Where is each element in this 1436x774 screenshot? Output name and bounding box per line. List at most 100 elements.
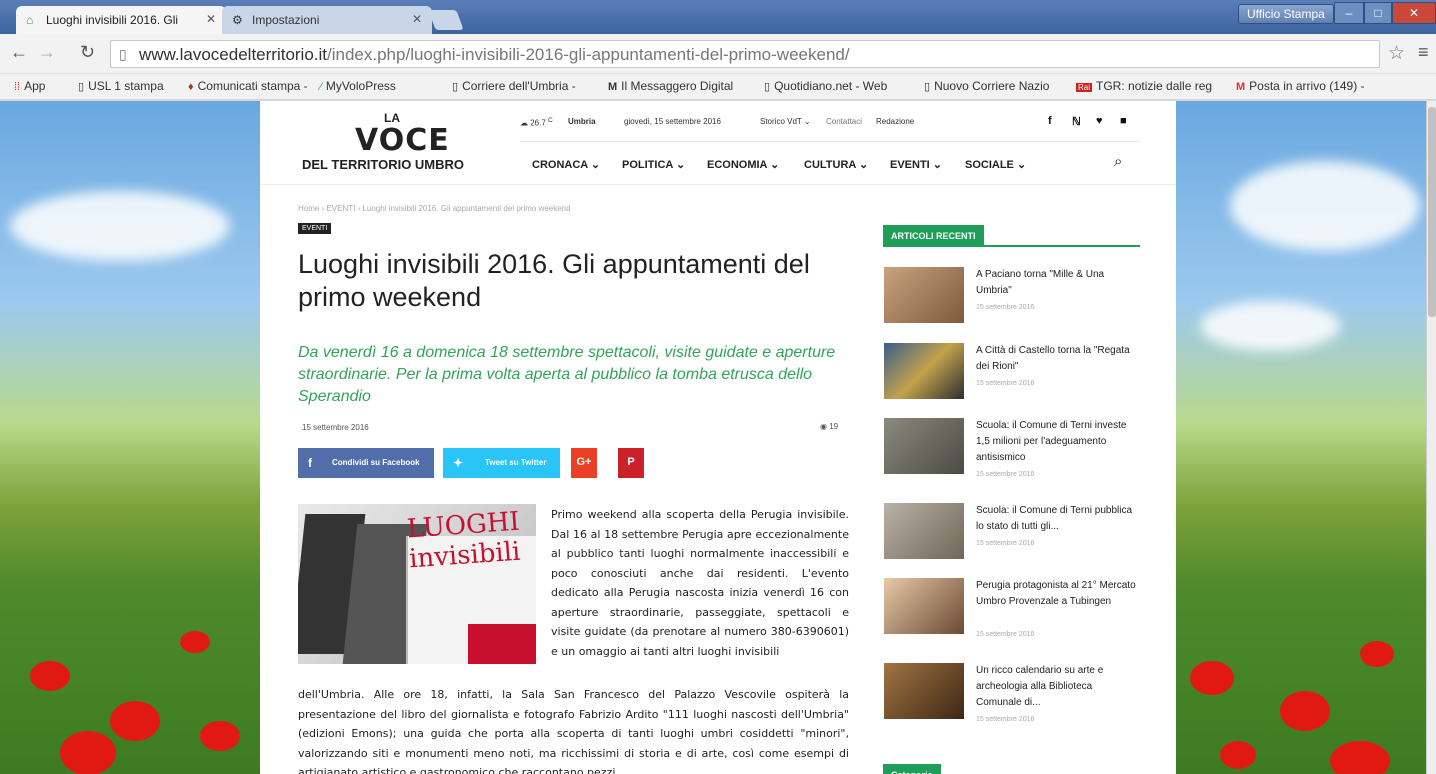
menu-icon[interactable]: ≡ bbox=[1418, 42, 1429, 63]
eye-icon: ◉ bbox=[820, 422, 827, 431]
rss-icon[interactable]: ℕ bbox=[1072, 115, 1081, 128]
share-facebook-button[interactable]: f Condividi su Facebook bbox=[298, 448, 434, 478]
category-badge[interactable]: EVENTI bbox=[298, 223, 332, 234]
top-link-redazione[interactable]: Redazione bbox=[876, 117, 914, 126]
post-title[interactable]: Scuola: il Comune di Terni investe 1,5 m… bbox=[976, 418, 1136, 466]
bookmark-label: TGR: notizie dalle reg bbox=[1096, 79, 1213, 93]
close-window-button[interactable]: ✕ bbox=[1392, 2, 1436, 24]
recent-post[interactable]: Perugia protagonista al 21° Mercato Umbr… bbox=[884, 578, 1140, 648]
view-count-value: 19 bbox=[829, 422, 839, 431]
bookmark-myvolopress[interactable]: ∕ MyVoloPress bbox=[320, 79, 396, 93]
profile-button[interactable]: Ufficio Stampa bbox=[1238, 4, 1334, 24]
share-facebook-label: Condividi su Facebook bbox=[332, 458, 420, 467]
messaggero-icon: M bbox=[608, 81, 618, 93]
url-input[interactable]: ▯ www.lavocedelterritorio.it/index.php/l… bbox=[110, 40, 1380, 68]
scrollbar[interactable] bbox=[1426, 101, 1436, 774]
recent-post[interactable]: Scuola: il Comune di Terni pubblica lo s… bbox=[884, 503, 1140, 573]
rai-icon: Rai bbox=[1076, 83, 1093, 92]
post-title[interactable]: A Paciano torna "Mille & Una Umbria" bbox=[976, 267, 1136, 299]
maximize-button[interactable]: □ bbox=[1364, 2, 1392, 24]
bookmark-comunicati[interactable]: ♦ Comunicati stampa - bbox=[188, 79, 308, 93]
reload-icon[interactable]: ↻ bbox=[80, 42, 95, 63]
post-thumbnail[interactable] bbox=[884, 343, 964, 399]
bookmark-nuovo-corriere[interactable]: ▯ Nuovo Corriere Nazio bbox=[924, 79, 1049, 93]
article-image-text: LUOGHI invisibili bbox=[406, 506, 522, 575]
close-tab-icon[interactable]: ✕ bbox=[206, 12, 216, 26]
nav-politica[interactable]: POLITICA ⌄ bbox=[622, 158, 685, 171]
post-title[interactable]: Un ricco calendario su arte e archeologi… bbox=[976, 663, 1136, 711]
post-date: 15 settembre 2016 bbox=[976, 471, 1035, 478]
new-tab-button[interactable] bbox=[428, 10, 464, 30]
view-count: ◉ 19 bbox=[820, 422, 838, 431]
nav-sociale[interactable]: SOCIALE ⌄ bbox=[965, 158, 1026, 171]
share-twitter-button[interactable]: ✦ Tweet su Twitter bbox=[443, 448, 560, 478]
recent-post[interactable]: A Paciano torna "Mille & Una Umbria" 15 … bbox=[884, 267, 1140, 337]
tab-label: Impostazioni bbox=[252, 13, 320, 27]
nav-eventi[interactable]: EVENTI ⌄ bbox=[890, 158, 942, 171]
back-icon[interactable]: ← bbox=[10, 42, 28, 63]
bookmark-star-icon[interactable]: ☆ bbox=[1388, 42, 1405, 65]
bookmark-tgr[interactable]: Rai TGR: notizie dalle reg bbox=[1076, 79, 1212, 93]
search-icon[interactable]: ⌕ bbox=[1114, 153, 1122, 170]
nav-economia[interactable]: ECONOMIA ⌄ bbox=[707, 158, 779, 171]
top-link-contattaci[interactable]: Contattaci bbox=[826, 117, 862, 126]
share-gplus-button[interactable]: G+ bbox=[571, 448, 597, 478]
poppy bbox=[1330, 741, 1390, 774]
facebook-icon: f bbox=[308, 456, 312, 470]
recent-post[interactable]: Un ricco calendario su arte e archeologi… bbox=[884, 663, 1140, 733]
share-pinterest-button[interactable]: P bbox=[618, 448, 644, 478]
forward-icon[interactable]: → bbox=[38, 42, 56, 63]
poppy bbox=[1360, 641, 1394, 667]
bookmark-app[interactable]: ⁞⁞ App bbox=[14, 79, 45, 93]
tab-luoghi-invisibili[interactable]: ⌂ Luoghi invisibili 2016. Gli ✕ bbox=[16, 6, 226, 34]
post-thumbnail[interactable] bbox=[884, 578, 964, 634]
post-thumbnail[interactable] bbox=[884, 418, 964, 474]
scrollbar-thumb[interactable] bbox=[1428, 107, 1436, 317]
site-container: LA VOCE DEL TERRITORIO UMBRO ☁ 26.7 C Um… bbox=[260, 101, 1176, 774]
minimize-button[interactable]: – bbox=[1334, 2, 1364, 24]
close-tab-icon[interactable]: ✕ bbox=[412, 12, 422, 26]
twitter-icon[interactable]: ♥ bbox=[1096, 115, 1103, 127]
logo-voce[interactable]: VOCE bbox=[355, 123, 450, 158]
bookmark-icon: ∕ bbox=[320, 81, 322, 93]
bookmark-label: USL 1 stampa bbox=[88, 79, 164, 93]
bookmark-label: Nuovo Corriere Nazio bbox=[934, 79, 1050, 93]
nav-cronaca[interactable]: CRONACA ⌄ bbox=[532, 158, 600, 171]
post-title[interactable]: Scuola: il Comune di Terni pubblica lo s… bbox=[976, 503, 1136, 535]
site-header: LA VOCE DEL TERRITORIO UMBRO ☁ 26.7 C Um… bbox=[260, 101, 1176, 185]
bookmark-gmail[interactable]: M Posta in arrivo (149) - bbox=[1236, 79, 1365, 93]
bookmark-corriere[interactable]: ▯ Corriere dell'Umbria - bbox=[452, 79, 576, 93]
tab-label: Luoghi invisibili 2016. Gli bbox=[46, 13, 179, 27]
top-link-storico[interactable]: Storico VdT ⌄ bbox=[760, 117, 811, 126]
poppy bbox=[30, 661, 70, 691]
post-date: 15 settembre 2016 bbox=[976, 716, 1035, 723]
youtube-icon[interactable]: ■ bbox=[1120, 115, 1127, 127]
article-image[interactable]: LUOGHI invisibili bbox=[298, 504, 536, 664]
post-title[interactable]: A Città di Castello torna la "Regata dei… bbox=[976, 343, 1136, 375]
cloud bbox=[1200, 301, 1340, 351]
bookmark-messaggero[interactable]: M Il Messaggero Digital bbox=[608, 79, 733, 93]
post-thumbnail[interactable] bbox=[884, 267, 964, 323]
post-thumbnail[interactable] bbox=[884, 503, 964, 559]
recent-post[interactable]: Scuola: il Comune di Terni investe 1,5 m… bbox=[884, 418, 1140, 488]
widget-title-categorie: Categorie bbox=[883, 764, 941, 774]
recent-post[interactable]: A Città di Castello torna la "Regata dei… bbox=[884, 343, 1140, 413]
breadcrumb[interactable]: Home › EVENTI › Luoghi invisibili 2016. … bbox=[298, 204, 571, 213]
post-title[interactable]: Perugia protagonista al 21° Mercato Umbr… bbox=[976, 578, 1136, 610]
article-date: 15 settembre 2016 bbox=[302, 423, 369, 432]
post-date: 15 settembre 2016 bbox=[976, 304, 1035, 311]
tab-impostazioni[interactable]: ⚙ Impostazioni ✕ bbox=[222, 6, 432, 34]
bookmark-usl[interactable]: ▯ USL 1 stampa bbox=[78, 79, 164, 93]
bookmark-quotidiano[interactable]: ▯ Quotidiano.net - Web bbox=[764, 79, 887, 93]
bookmark-label: App bbox=[24, 79, 46, 93]
logo-subtitle[interactable]: DEL TERRITORIO UMBRO bbox=[302, 157, 464, 172]
facebook-icon[interactable]: f bbox=[1048, 115, 1052, 127]
nav-cultura[interactable]: CULTURA ⌄ bbox=[804, 158, 868, 171]
poppy bbox=[1220, 741, 1256, 769]
post-thumbnail[interactable] bbox=[884, 663, 964, 719]
share-twitter-label: Tweet su Twitter bbox=[485, 458, 547, 467]
poppy bbox=[60, 731, 116, 774]
tab-strip: ⌂ Luoghi invisibili 2016. Gli ✕ ⚙ Impost… bbox=[0, 0, 1436, 34]
cloud bbox=[10, 191, 230, 261]
page-icon: ▯ bbox=[119, 46, 127, 62]
